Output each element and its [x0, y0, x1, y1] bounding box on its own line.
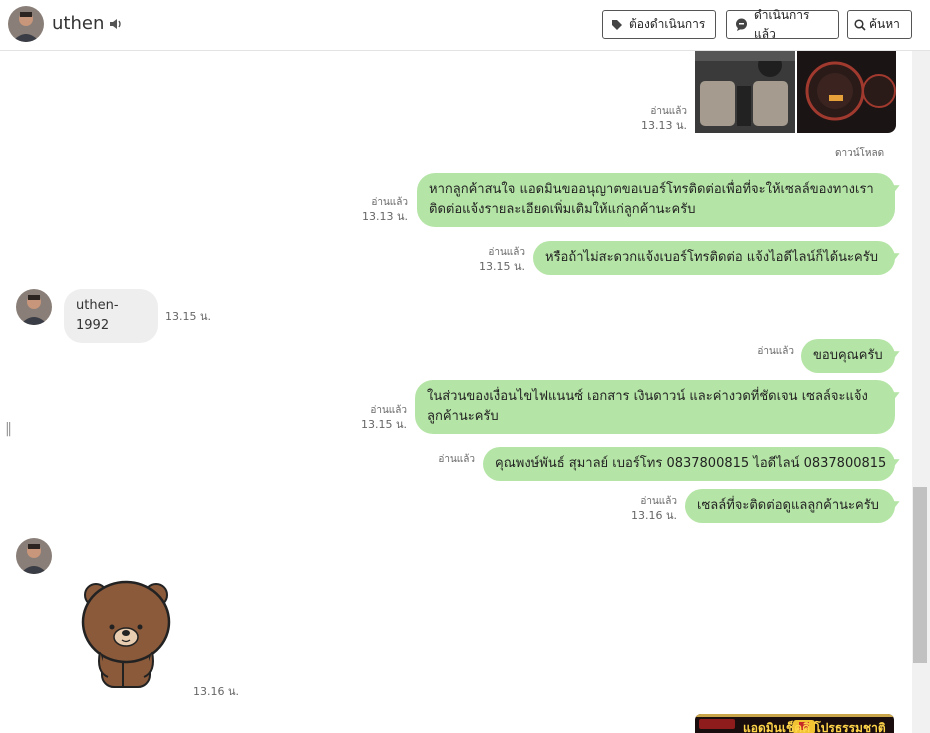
done-action-button[interactable]: ดำเนินการแล้ว: [726, 8, 839, 41]
outgoing-message[interactable]: ในส่วนของเงื่อนไขไฟแนนซ์ เอกสาร เงินดาวน…: [415, 380, 895, 434]
outgoing-message[interactable]: หากลูกค้าสนใจ แอดมินขออนุญาตขอเบอร์โทรติ…: [417, 173, 895, 227]
read-receipt: อ่านแล้ว 13.15 น.: [360, 405, 407, 431]
scrollbar-thumb[interactable]: [913, 487, 927, 663]
download-link[interactable]: ดาวน์โหลด: [835, 146, 884, 161]
promo-banner-image[interactable]: แอดมินเช็คคิ โปรธรรมชาติ: [695, 714, 894, 733]
message-time: 13.16 น.: [193, 685, 240, 698]
outgoing-message[interactable]: คุณพงษ์พันธ์ สุมาลย์ เบอร์โทร 0837800815…: [483, 447, 895, 481]
chat-message-list[interactable]: อ่านแล้ว 13.13 น. ดาวน์โหลด อ่านแล้ว 13.…: [0, 51, 912, 733]
search-button[interactable]: ค้นหา: [847, 10, 912, 39]
outgoing-message[interactable]: ขอบคุณครับ: [801, 339, 895, 373]
done-action-label: ดำเนินการแล้ว: [754, 7, 810, 41]
speedometer-photo[interactable]: [797, 51, 896, 133]
speaker-icon[interactable]: [108, 16, 124, 32]
chat-scrollbar[interactable]: [912, 51, 930, 733]
promo-banner-text: แอดมินเช็คคิ โปรธรรมชาติ: [743, 721, 886, 733]
read-receipt: อ่านแล้ว 13.13 น.: [361, 197, 408, 223]
outgoing-message[interactable]: เซลล์ที่จะติดต่อดูแลลูกค้านะครับ: [685, 489, 895, 523]
car-interior-photo[interactable]: [695, 51, 795, 133]
read-receipt: อ่านแล้ว 13.16 น.: [630, 496, 677, 522]
incoming-message[interactable]: uthen-1992: [64, 289, 158, 343]
search-icon: [854, 18, 866, 31]
read-receipt: อ่านแล้ว 13.13 น.: [640, 106, 687, 132]
chat-header: uthen ต้องดำเนินการ ดำเนินการแล้ว ค้นหา: [0, 0, 930, 51]
contact-name: uthen: [52, 13, 105, 34]
read-receipt: อ่านแล้ว 13.15 น.: [478, 247, 525, 273]
contact-avatar[interactable]: [8, 6, 44, 42]
tag-icon: [612, 19, 622, 30]
pending-action-label: ต้องดำเนินการ: [629, 17, 706, 31]
chat-bubble-icon: [736, 18, 747, 31]
read-receipt: อ่านแล้ว: [757, 346, 794, 357]
outgoing-message[interactable]: หรือถ้าไม่สะดวกแจ้งเบอร์โทรติดต่อ แจ้งไอ…: [533, 241, 895, 275]
resize-handle[interactable]: ‖: [5, 421, 12, 437]
bear-sticker[interactable]: [78, 577, 174, 691]
search-label: ค้นหา: [869, 17, 900, 31]
contact-avatar[interactable]: [16, 289, 52, 325]
read-receipt: อ่านแล้ว: [438, 454, 475, 465]
pending-action-button[interactable]: ต้องดำเนินการ: [602, 10, 716, 39]
contact-avatar[interactable]: [16, 538, 52, 574]
message-time: 13.15 น.: [165, 310, 212, 323]
